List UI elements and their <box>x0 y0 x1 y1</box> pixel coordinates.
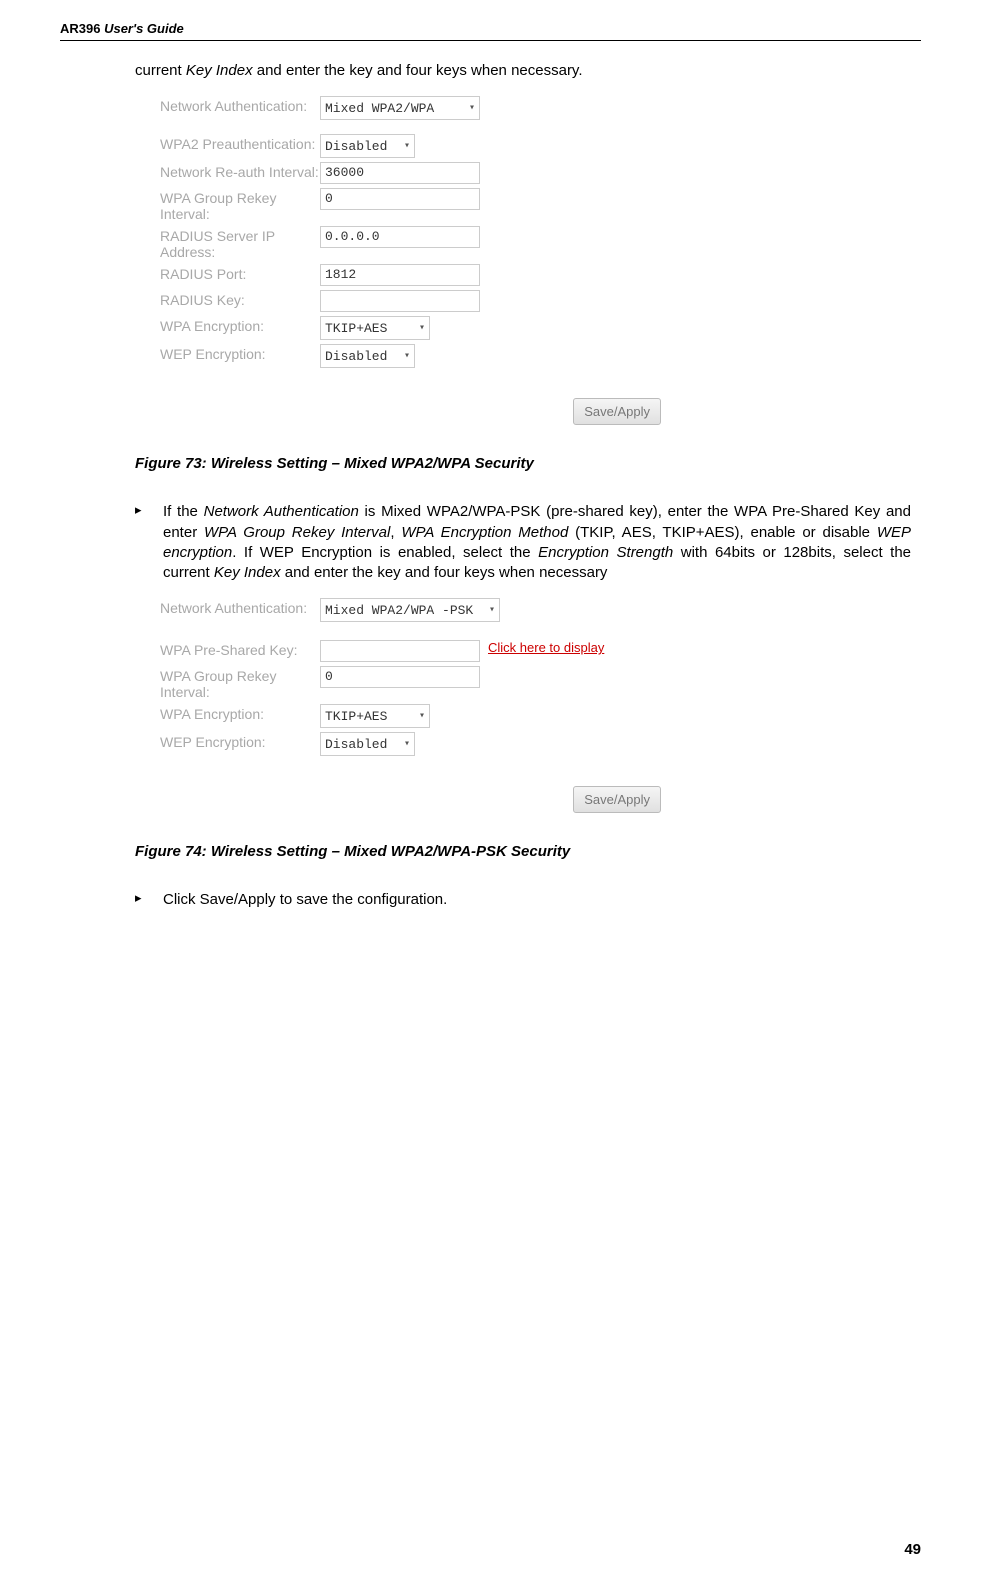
group-rekey-label-2: WPA Group Rekey Interval: <box>160 666 320 700</box>
bullet-item-1: ▸ If the Network Authentication is Mixed… <box>135 502 911 583</box>
wpa-enc-select-2[interactable]: TKIP+AES ▾ <box>320 704 430 728</box>
psk-input[interactable] <box>320 640 480 662</box>
header-bar: AR396 User's Guide <box>60 20 921 41</box>
net-auth-select[interactable]: Mixed WPA2/WPA ▾ <box>320 96 480 120</box>
net-auth-label-2: Network Authentication: <box>160 598 320 616</box>
chevron-down-icon: ▾ <box>469 102 475 114</box>
bullet-marker-icon: ▸ <box>135 502 163 583</box>
wep-enc-value-2: Disabled <box>325 737 387 752</box>
reauth-input[interactable]: 36000 <box>320 162 480 184</box>
wep-enc-label: WEP Encryption: <box>160 344 320 362</box>
form2: Network Authentication: Mixed WPA2/WPA -… <box>160 598 921 813</box>
header-subtitle: User's Guide <box>100 21 183 36</box>
radius-key-label: RADIUS Key: <box>160 290 320 308</box>
radius-ip-input[interactable]: 0.0.0.0 <box>320 226 480 248</box>
net-auth-value-2: Mixed WPA2/WPA -PSK <box>325 603 473 618</box>
wpa-enc-value: TKIP+AES <box>325 321 387 336</box>
chevron-down-icon: ▾ <box>419 710 425 722</box>
group-rekey-input-2[interactable]: 0 <box>320 666 480 688</box>
save-apply-button-2[interactable]: Save/Apply <box>573 786 661 813</box>
net-auth-label: Network Authentication: <box>160 96 320 114</box>
bullet-item-2: ▸ Click Save/Apply to save the configura… <box>135 890 911 910</box>
chevron-down-icon: ▾ <box>419 322 425 334</box>
radius-key-input[interactable] <box>320 290 480 312</box>
click-here-link[interactable]: Click here to display <box>488 640 604 655</box>
bullet-marker-icon: ▸ <box>135 890 163 910</box>
page-number: 49 <box>904 1541 921 1558</box>
chevron-down-icon: ▾ <box>404 140 410 152</box>
chevron-down-icon: ▾ <box>404 738 410 750</box>
net-auth-select-2[interactable]: Mixed WPA2/WPA -PSK ▾ <box>320 598 500 622</box>
wpa-enc-select[interactable]: TKIP+AES ▾ <box>320 316 430 340</box>
wpa2-preauth-select[interactable]: Disabled ▾ <box>320 134 415 158</box>
chevron-down-icon: ▾ <box>404 350 410 362</box>
group-rekey-input[interactable]: 0 <box>320 188 480 210</box>
radius-port-label: RADIUS Port: <box>160 264 320 282</box>
figure-73-caption: Figure 73: Wireless Setting – Mixed WPA2… <box>135 455 921 472</box>
group-rekey-label: WPA Group Rekey Interval: <box>160 188 320 222</box>
wpa-enc-value-2: TKIP+AES <box>325 709 387 724</box>
wep-enc-select[interactable]: Disabled ▾ <box>320 344 415 368</box>
bullet-2-content: Click Save/Apply to save the configurati… <box>163 890 911 910</box>
header-title: AR396 User's Guide <box>60 21 184 36</box>
wep-enc-label-2: WEP Encryption: <box>160 732 320 750</box>
chevron-down-icon: ▾ <box>489 604 495 616</box>
wep-enc-value: Disabled <box>325 349 387 364</box>
wpa-enc-label: WPA Encryption: <box>160 316 320 334</box>
wep-enc-select-2[interactable]: Disabled ▾ <box>320 732 415 756</box>
radius-ip-label: RADIUS Server IP Address: <box>160 226 320 260</box>
bullet-1-content: If the Network Authentication is Mixed W… <box>163 502 911 583</box>
save-apply-button[interactable]: Save/Apply <box>573 398 661 425</box>
form1: Network Authentication: Mixed WPA2/WPA ▾… <box>160 96 921 425</box>
wpa-enc-label-2: WPA Encryption: <box>160 704 320 722</box>
wpa2-preauth-label: WPA2 Preauthentication: <box>160 134 320 152</box>
reauth-label: Network Re-auth Interval: <box>160 162 320 180</box>
radius-port-input[interactable]: 1812 <box>320 264 480 286</box>
intro-text: current Key Index and enter the key and … <box>135 61 911 81</box>
wpa2-preauth-value: Disabled <box>325 139 387 154</box>
model-name: AR396 <box>60 21 100 36</box>
psk-label: WPA Pre-Shared Key: <box>160 640 320 658</box>
net-auth-value: Mixed WPA2/WPA <box>325 101 434 116</box>
figure-74-caption: Figure 74: Wireless Setting – Mixed WPA2… <box>135 843 921 860</box>
